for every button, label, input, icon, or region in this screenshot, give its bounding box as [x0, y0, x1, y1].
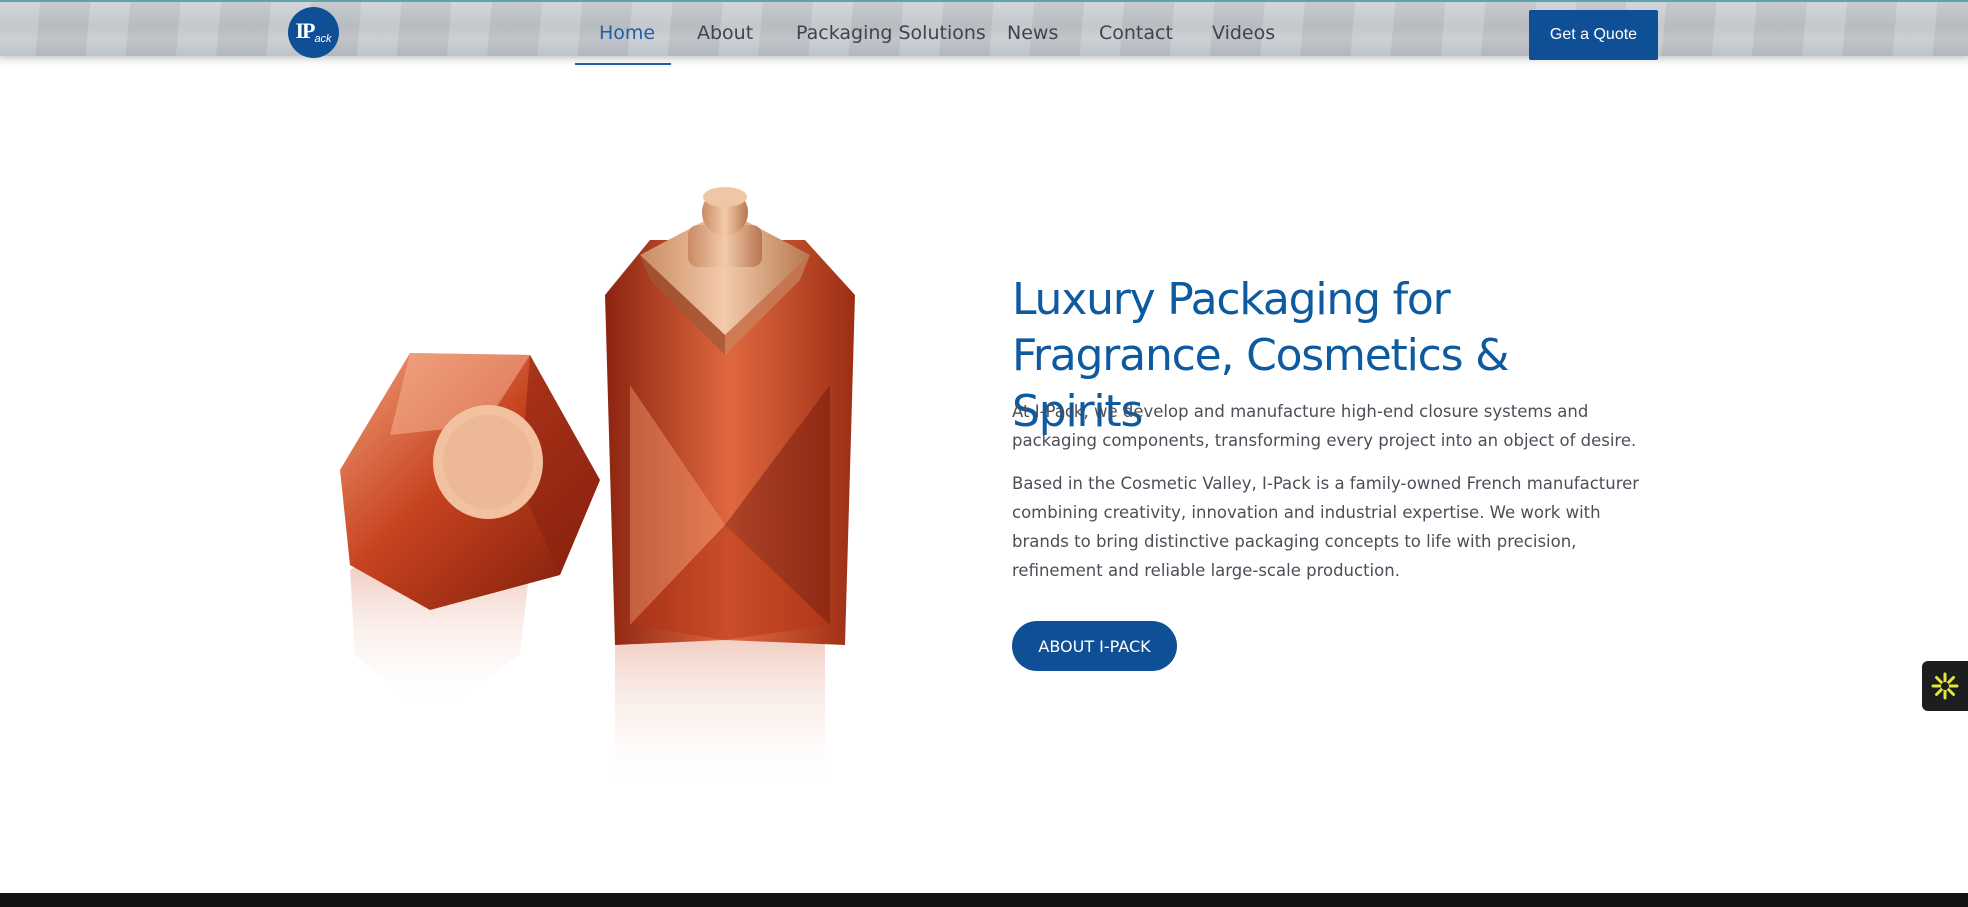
nav-news[interactable]: News	[1007, 22, 1058, 44]
about-ipack-button[interactable]: ABOUT I-PACK	[1012, 621, 1177, 671]
logo-suffix: ack	[314, 32, 332, 45]
ipack-logo[interactable]: IP ack	[288, 7, 339, 58]
nav-videos[interactable]: Videos	[1212, 22, 1275, 44]
nav-home[interactable]: Home	[599, 22, 655, 44]
footer-strip	[0, 893, 1968, 907]
header-shadow	[0, 56, 1968, 68]
nav-about[interactable]: About	[697, 22, 753, 44]
logo-mark: IP	[295, 17, 315, 43]
active-nav-indicator	[575, 63, 671, 65]
nav-packaging-solutions[interactable]: Packaging Solutions	[796, 22, 986, 44]
nav-contact[interactable]: Contact	[1099, 22, 1173, 44]
perfume-bottles-image	[340, 187, 855, 795]
accessibility-icon	[1931, 672, 1959, 700]
accessibility-widget[interactable]	[1922, 661, 1968, 711]
hero-about-paragraph: Based in the Cosmetic Valley, I-Pack is …	[1012, 474, 1640, 580]
hero-intro-paragraph: At I-Pack, we develop and manufacture hi…	[1012, 402, 1637, 450]
site-header: IP ack Home About Packaging Solutions New…	[0, 0, 1968, 60]
get-a-quote-button[interactable]: Get a Quote	[1529, 10, 1658, 60]
